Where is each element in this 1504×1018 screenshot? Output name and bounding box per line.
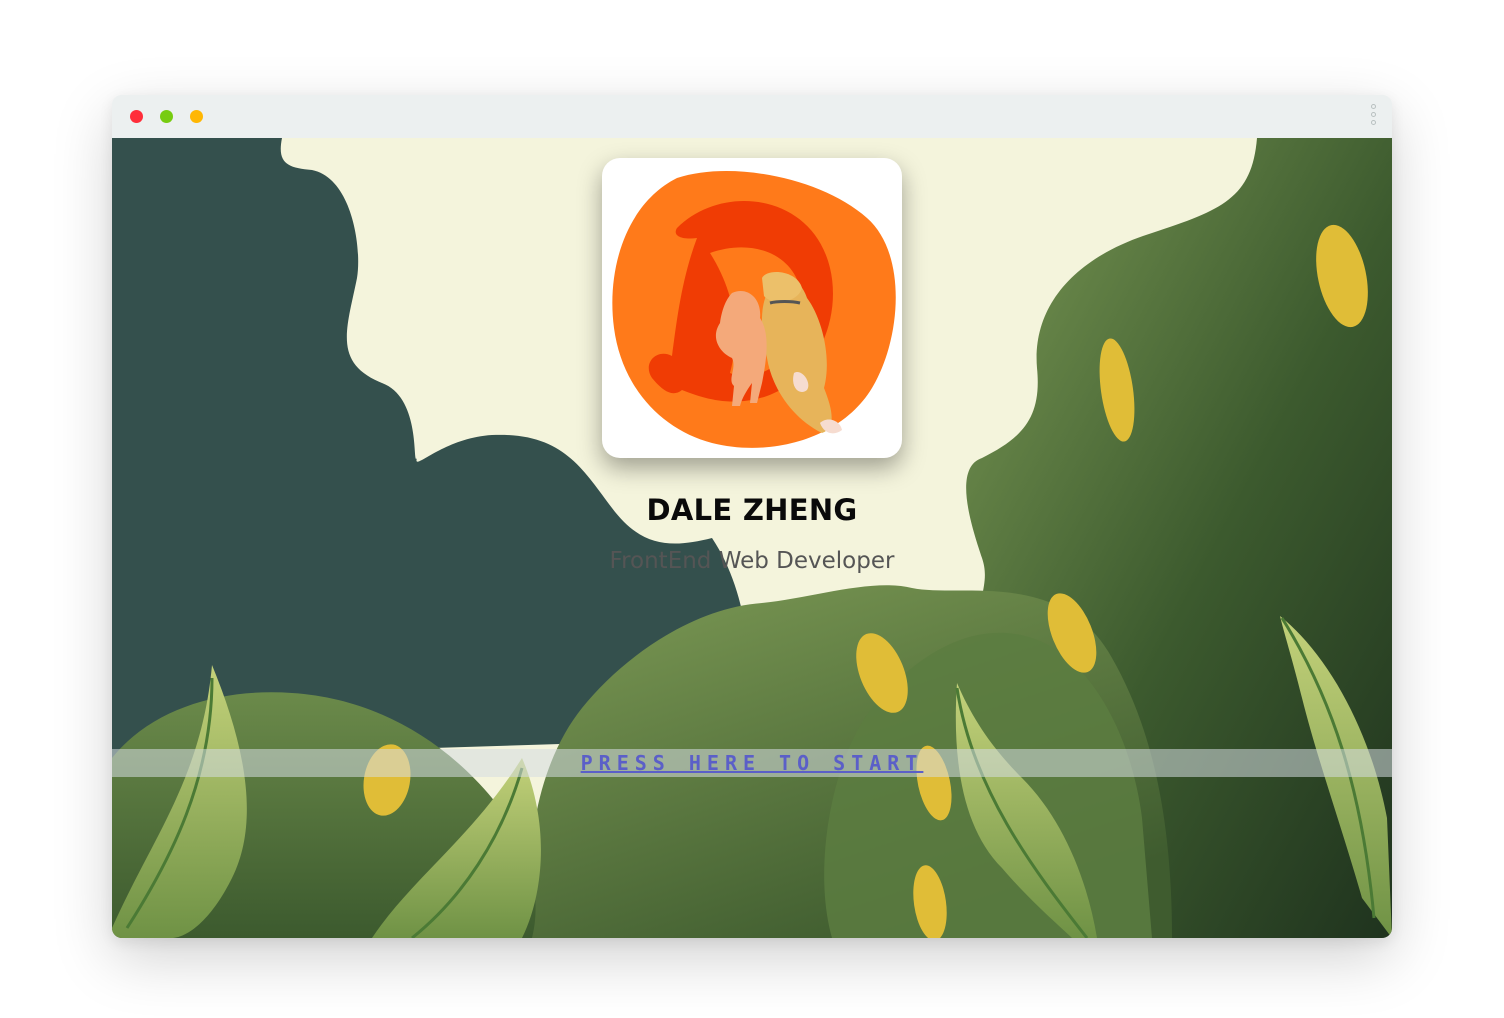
- logo-card: [602, 158, 902, 458]
- maximize-button[interactable]: [190, 110, 203, 123]
- press-to-start-link[interactable]: PRESS HERE TO START: [112, 749, 1392, 777]
- page-viewport: DALE ZHENG FrontEnd Web Developer PRESS …: [112, 138, 1392, 938]
- close-button[interactable]: [130, 110, 143, 123]
- minimize-button[interactable]: [160, 110, 173, 123]
- developer-name: DALE ZHENG: [646, 493, 858, 527]
- dog-logo-icon: [612, 171, 896, 448]
- kebab-menu-icon[interactable]: [1368, 104, 1378, 130]
- title-bar: [112, 95, 1392, 139]
- developer-role: FrontEnd Web Developer: [609, 548, 895, 574]
- browser-window: DALE ZHENG FrontEnd Web Developer PRESS …: [112, 95, 1392, 938]
